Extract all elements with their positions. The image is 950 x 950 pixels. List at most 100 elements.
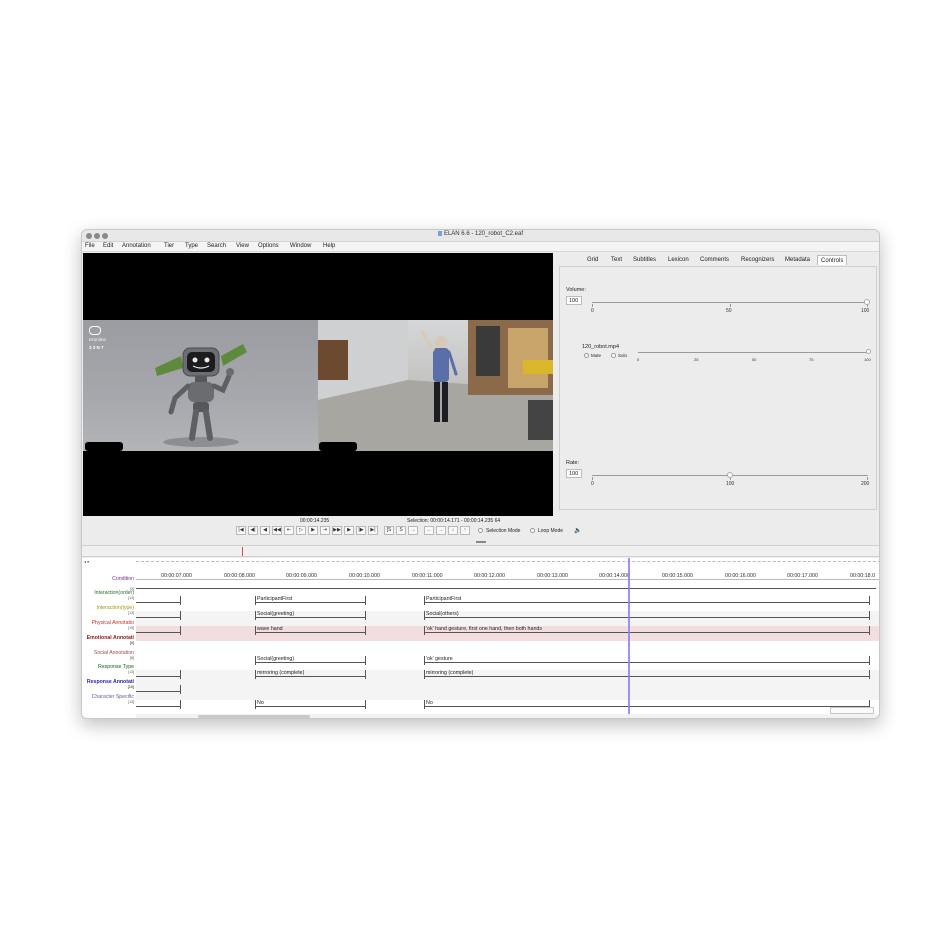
tier-name-interaction-type[interactable]: Interaction(type) [13]: [82, 605, 136, 615]
tier-row[interactable]: [136, 641, 879, 656]
menu-annotation[interactable]: Annotation: [122, 243, 151, 249]
next-second-button[interactable]: ▶▶: [332, 526, 342, 535]
ruler-label: 00:00:08.000: [224, 573, 255, 579]
volume-value[interactable]: 100: [566, 296, 582, 305]
menu-help[interactable]: Help: [323, 243, 335, 249]
tier-row[interactable]: [136, 656, 879, 671]
tier-name-social[interactable]: Social Annotation [8]: [82, 650, 136, 660]
zoom-control[interactable]: ◂ ▾: [84, 559, 89, 564]
tab-controls[interactable]: Controls: [817, 255, 848, 265]
annotation-type-2[interactable]: Social(others): [426, 611, 459, 617]
tier-name-condition[interactable]: Condition [2]: [82, 576, 136, 591]
annotation-response-1[interactable]: mirroring (complete): [257, 670, 304, 676]
menu-window[interactable]: Window: [290, 243, 311, 249]
tab-subtitles[interactable]: Subtitles: [633, 255, 656, 265]
menu-edit[interactable]: Edit: [103, 243, 113, 249]
tier-row[interactable]: [136, 685, 879, 700]
solo-label: Solo: [618, 353, 628, 358]
ruler-label: 00:00:07.000: [161, 573, 192, 579]
annotation-character-2[interactable]: No: [426, 700, 433, 706]
speaker-icon[interactable]: 🔈: [574, 527, 581, 534]
ruler-label: 00:00:13.000: [537, 573, 568, 579]
selection-clear-button[interactable]: S: [396, 526, 406, 535]
tier-name-response-type[interactable]: Response Type [13]: [82, 664, 136, 674]
selection-info: Selection: 00:00:14.171 - 00:00:14.235 6…: [407, 518, 501, 524]
go-to-begin-button[interactable]: |◀: [236, 526, 246, 535]
annotation-character-1[interactable]: No: [257, 700, 264, 706]
time-ruler[interactable]: 00:00:07.000 00:00:08.000 00:00:09.000 0…: [136, 558, 879, 580]
next-scroll-button[interactable]: ⇥: [320, 526, 330, 535]
tier-name-character-specific[interactable]: Character Specific [13]: [82, 694, 136, 704]
media-tick-25: 25: [694, 357, 699, 362]
menu-view[interactable]: View: [236, 243, 249, 249]
scrollbar-thumb[interactable]: [198, 715, 310, 718]
solo-radio[interactable]: [611, 353, 616, 358]
menu-type[interactable]: Type: [185, 243, 198, 249]
media-volume-knob[interactable]: [866, 349, 871, 354]
volume-slider-knob[interactable]: [864, 299, 870, 305]
annotation-response-2[interactable]: mirroring (complete): [426, 670, 473, 676]
tier-name-interaction-order[interactable]: Interaction(order) [14]: [82, 590, 136, 600]
video-viewer[interactable]: ezonimo 3 3 N 7: [83, 253, 553, 516]
previous-frame-button[interactable]: ◀|: [248, 526, 258, 535]
annotation-order-1[interactable]: ParticipantFirst: [257, 596, 292, 602]
play-button[interactable]: ▶: [308, 526, 318, 535]
annotation-social-2[interactable]: 'ok' gesture: [426, 656, 453, 662]
tab-grid[interactable]: Grid: [587, 255, 598, 265]
title-bar: ELAN 6.6 - 120_robot_C2.eaf: [82, 230, 879, 242]
timeline-scrollbar[interactable]: [136, 714, 879, 718]
selection-mode-checkbox[interactable]: [478, 528, 483, 533]
media-volume-slider[interactable]: [638, 352, 870, 353]
active-end-button[interactable]: →: [436, 526, 446, 535]
rate-value[interactable]: 100: [566, 469, 582, 478]
mute-radio[interactable]: [584, 353, 589, 358]
previous-scroll-button[interactable]: ⇤: [284, 526, 294, 535]
annotation-type-1[interactable]: Social(greeting): [257, 611, 294, 617]
loop-mode-checkbox[interactable]: [530, 528, 535, 533]
menu-options[interactable]: Options: [258, 243, 279, 249]
tab-text[interactable]: Text: [611, 255, 622, 265]
volume-tick-50: 50: [726, 308, 732, 314]
selection-end-button[interactable]: →: [408, 526, 418, 535]
menu-file[interactable]: File: [85, 243, 95, 249]
annotation-physical-1[interactable]: wave hand: [257, 626, 283, 632]
tab-lexicon[interactable]: Lexicon: [668, 255, 689, 265]
robot-video-pane: ezonimo 3 3 N 7: [83, 320, 318, 451]
signal-overview[interactable]: [82, 545, 879, 557]
tier-row[interactable]: [136, 611, 879, 626]
previous-pixel-button[interactable]: ◀: [260, 526, 270, 535]
previous-second-button[interactable]: ◀◀: [272, 526, 282, 535]
annotation-order-2[interactable]: ParticipantFirst: [426, 596, 461, 602]
menu-search[interactable]: Search: [207, 243, 226, 249]
ruler-label: 00:00:18.0: [850, 573, 876, 579]
annotation-physical-2[interactable]: 'ok' hand gesture, first one hand, then …: [426, 626, 542, 632]
next-frame-button[interactable]: |▶: [356, 526, 366, 535]
right-panel: Grid Text Subtitles Lexicon Comments Rec…: [557, 253, 879, 516]
splitter-handle[interactable]: [476, 541, 486, 543]
tab-comments[interactable]: Comments: [700, 255, 729, 265]
menu-tier[interactable]: Tier: [164, 243, 174, 249]
rate-slider-knob[interactable]: [727, 472, 733, 478]
tier-row[interactable]: [136, 596, 879, 611]
tier-name-emotional[interactable]: Emotional Annotati [0]: [82, 635, 136, 645]
tab-metadata[interactable]: Metadata: [785, 255, 810, 265]
zoom-slider[interactable]: [830, 707, 874, 714]
annotation-social-1[interactable]: Social(greeting): [257, 656, 294, 662]
tier-name-physical[interactable]: Physical Annotatio [15]: [82, 620, 136, 630]
ruler-label: 00:00:11.000: [412, 573, 443, 579]
selection-begin-button[interactable]: [S: [384, 526, 394, 535]
tier-down-button[interactable]: ↓: [448, 526, 458, 535]
current-time: 00:00:14.235: [300, 518, 330, 524]
tier-name-response-annotation[interactable]: Response Annotati [10]: [82, 679, 136, 689]
volume-slider[interactable]: [592, 302, 868, 303]
play-selection-button[interactable]: ▷: [296, 526, 306, 535]
timeline-viewer[interactable]: ◂ ▾ 00:00:07.000 00:00:08.000 00:00:09.0…: [82, 558, 879, 718]
active-begin-button[interactable]: ←: [424, 526, 434, 535]
tab-recognizers[interactable]: Recognizers: [741, 255, 774, 265]
go-to-end-button[interactable]: ▶|: [368, 526, 378, 535]
tier-up-button[interactable]: ↑: [460, 526, 470, 535]
tier-row[interactable]: [136, 700, 879, 715]
next-pixel-button[interactable]: ▶: [344, 526, 354, 535]
tier-row[interactable]: [136, 670, 879, 685]
playhead[interactable]: [628, 558, 630, 716]
